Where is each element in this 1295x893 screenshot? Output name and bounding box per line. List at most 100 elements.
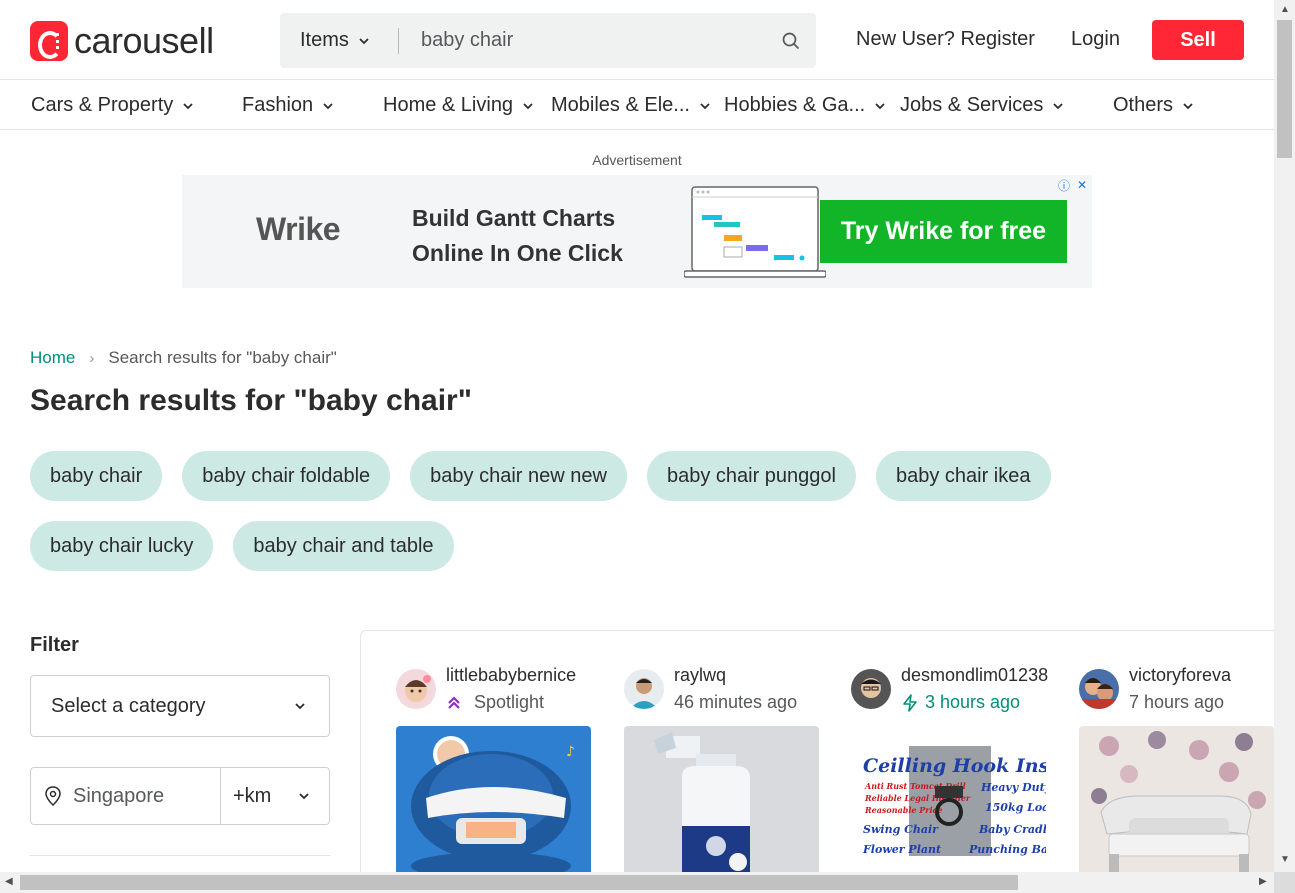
category-others[interactable]: Others (1113, 94, 1195, 117)
category-label: Mobiles & Ele... (551, 94, 690, 116)
related-searches: baby chair baby chair foldable baby chai… (30, 451, 1070, 571)
search-category-dropdown[interactable]: Items (280, 29, 398, 52)
photo-caption: Reasonable Price (864, 805, 943, 815)
location-input[interactable]: Singapore (31, 768, 221, 824)
carousell-logo-icon (30, 21, 68, 61)
avatar (851, 669, 891, 709)
category-mobiles[interactable]: Mobiles & Ele... (551, 94, 712, 117)
location-filter: Singapore +km (30, 767, 330, 825)
breadcrumb: Home › Search results for "baby chair" (30, 348, 337, 368)
seller-meta-text: Spotlight (474, 692, 545, 712)
svg-text:♪: ♪ (566, 744, 575, 760)
chevron-down-icon (875, 102, 885, 109)
seller-name: desmondlim01238 (901, 665, 1049, 685)
category-cars-property[interactable]: Cars & Property (31, 94, 195, 117)
ad-cta-button[interactable]: Try Wrike for free (820, 200, 1067, 263)
chevron-down-icon (295, 703, 305, 710)
seller-meta: Spotlight (446, 692, 576, 713)
search-chip[interactable]: baby chair ikea (875, 451, 1051, 501)
spotlight-icon (448, 695, 460, 709)
chevron-down-icon (523, 102, 533, 109)
search-chip[interactable]: baby chair foldable (182, 451, 391, 501)
listing-photo[interactable] (624, 726, 819, 876)
distance-select[interactable]: +km (221, 768, 329, 824)
chevron-down-icon (1053, 102, 1064, 109)
photo-headline: Ceilling Hook Install (863, 755, 1046, 777)
category-hobbies[interactable]: Hobbies & Ga... (724, 94, 887, 117)
search-chip[interactable]: baby chair (30, 451, 163, 501)
search-icon (782, 32, 800, 49)
listing-photo[interactable]: Ceilling Hook Install Anti Rust Tomcat D… (851, 726, 1046, 876)
scroll-left-icon[interactable]: ◀ (5, 876, 13, 887)
ad-brand-text: Wrike (256, 211, 341, 247)
category-label: Home & Living (383, 94, 514, 116)
horizontal-scrollbar[interactable]: ◀ ▶ (0, 872, 1274, 893)
listing-photo[interactable]: ♪ (396, 726, 591, 876)
vertical-scroll-thumb[interactable] (1277, 20, 1292, 158)
ad-headline: Build Gantt Charts Online In One Click (412, 201, 623, 271)
seller-info[interactable]: victoryforeva 7 hours ago (1079, 665, 1274, 725)
listing-card[interactable]: victoryforeva 7 hours ago (1079, 665, 1274, 876)
listing-card[interactable]: desmondlim01238 3 hours ago Ceilling Hoo… (851, 665, 1049, 876)
seller-meta: 7 hours ago (1129, 692, 1225, 712)
login-link[interactable]: Login (1071, 28, 1120, 51)
photo-caption: Heavy Duty (980, 781, 1046, 794)
category-jobs-services[interactable]: Jobs & Services (900, 94, 1065, 117)
ad-headline-line: Build Gantt Charts (412, 205, 616, 231)
filter-divider (30, 855, 330, 856)
seller-name: raylwq (674, 665, 727, 685)
seller-info[interactable]: raylwq 46 minutes ago (624, 665, 819, 725)
scroll-right-icon[interactable]: ▶ (1259, 876, 1267, 887)
carousell-logo[interactable]: carousell (30, 20, 214, 62)
search-category-label: Items (300, 29, 349, 51)
horizontal-scroll-thumb[interactable] (20, 875, 1018, 890)
category-nav: Cars & Property Fashion Home & Living Mo… (0, 80, 1274, 130)
scroll-up-icon[interactable]: ▲ (1280, 4, 1290, 15)
category-fashion[interactable]: Fashion (242, 94, 335, 117)
search-chip[interactable]: baby chair and table (233, 521, 454, 571)
listing-card[interactable]: littlebabybernice Spotlight ♪ (396, 665, 591, 876)
location-pin-icon (45, 786, 61, 807)
close-icon[interactable]: ✕ (1074, 177, 1090, 193)
page-title: Search results for "baby chair" (30, 384, 472, 417)
category-label: Jobs & Services (900, 94, 1044, 116)
breadcrumb-home-link[interactable]: Home (30, 348, 75, 368)
distance-label: +km (233, 784, 272, 807)
scrollbar-corner (1274, 872, 1295, 893)
chevron-down-icon (183, 102, 193, 109)
ad-banner[interactable]: Wrike Build Gantt Charts Online In One C… (182, 175, 1092, 288)
listing-card[interactable]: raylwq 46 minutes ago (624, 665, 819, 876)
category-label: Fashion (242, 94, 314, 116)
ad-brand-logo: Wrike (256, 211, 341, 248)
seller-info[interactable]: desmondlim01238 3 hours ago (851, 665, 1049, 725)
seller-meta-text: 3 hours ago (925, 692, 1021, 712)
chevron-down-icon (323, 102, 333, 109)
chevron-down-icon (700, 102, 710, 109)
scroll-down-icon[interactable]: ▼ (1280, 854, 1290, 865)
filter-title: Filter (30, 634, 79, 656)
chevron-down-icon (1183, 102, 1193, 109)
category-label: Cars & Property (31, 94, 174, 116)
category-home-living[interactable]: Home & Living (383, 94, 535, 117)
vertical-scrollbar[interactable]: ▲ ▼ (1274, 0, 1295, 872)
seller-info[interactable]: littlebabybernice Spotlight (396, 665, 591, 725)
category-select[interactable]: Select a category (30, 675, 330, 737)
info-icon[interactable]: ⓘ (1056, 177, 1072, 193)
laptop-illustration (684, 186, 826, 278)
ad-choices[interactable]: ⓘ ✕ (1056, 177, 1090, 193)
location-label: Singapore (73, 784, 165, 807)
seller-meta: 3 hours ago (901, 692, 1048, 713)
seller-meta: 46 minutes ago (674, 692, 798, 712)
search-chip[interactable]: baby chair new new (410, 451, 627, 501)
register-link[interactable]: New User? Register (856, 28, 1035, 51)
photo-caption: Flower Plant (862, 843, 941, 856)
listing-photo[interactable] (1079, 726, 1274, 876)
search-input[interactable] (399, 13, 766, 68)
search-button[interactable] (766, 13, 816, 68)
category-label: Others (1113, 94, 1174, 116)
photo-caption: Punching Bag (968, 843, 1046, 856)
sell-button[interactable]: Sell (1152, 20, 1244, 60)
photo-caption: Swing Chair (863, 823, 939, 836)
search-chip[interactable]: baby chair punggol (646, 451, 856, 501)
search-chip[interactable]: baby chair lucky (30, 521, 214, 571)
